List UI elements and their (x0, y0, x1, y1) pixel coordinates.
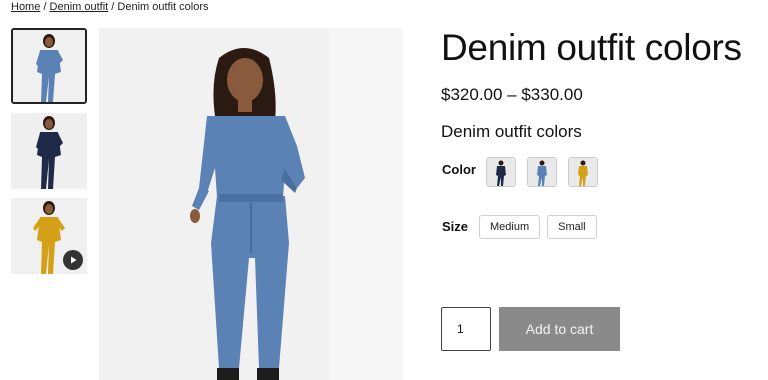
breadcrumb-category-link[interactable]: Denim outfit (50, 1, 109, 13)
swatch-mustard[interactable] (568, 157, 598, 187)
quantity-input[interactable] (441, 307, 491, 351)
swatch-mustard-image (569, 158, 597, 186)
product-title: Denim outfit colors (441, 27, 742, 68)
play-video-button[interactable] (63, 250, 83, 270)
size-option-label: Size (442, 219, 469, 234)
color-option-label: Color (442, 162, 476, 177)
model-light-denim-image (13, 30, 85, 102)
breadcrumb: Home / Denim outfit / Denim outfit color… (11, 0, 208, 14)
swatch-light-denim[interactable] (527, 157, 557, 187)
swatch-light-denim-image (528, 158, 556, 186)
size-small-button[interactable]: Small (547, 215, 597, 239)
size-medium-button[interactable]: Medium (479, 215, 541, 239)
thumbnail-light-denim[interactable] (11, 28, 87, 104)
main-product-image[interactable] (99, 28, 403, 380)
thumbnail-gallery (11, 28, 87, 283)
thumbnail-dark-denim[interactable] (11, 113, 87, 189)
swatch-dark-denim[interactable] (486, 157, 516, 187)
swatch-dark-denim-image (487, 158, 515, 186)
thumbnail-mustard[interactable] (11, 198, 87, 274)
product-subtitle: Denim outfit colors (441, 122, 582, 141)
model-dark-denim-image (11, 113, 87, 189)
breadcrumb-home-link[interactable]: Home (11, 1, 40, 13)
add-to-cart-button[interactable]: Add to cart (499, 307, 620, 351)
product-price-range: $320.00 – $330.00 (441, 85, 583, 104)
breadcrumb-separator: / (40, 1, 50, 13)
size-options: Medium Small (479, 215, 597, 239)
breadcrumb-current: Denim outfit colors (117, 1, 209, 13)
model-main-image (99, 28, 403, 380)
breadcrumb-separator: / (108, 1, 118, 13)
color-swatches (486, 157, 598, 187)
play-icon (71, 256, 77, 264)
